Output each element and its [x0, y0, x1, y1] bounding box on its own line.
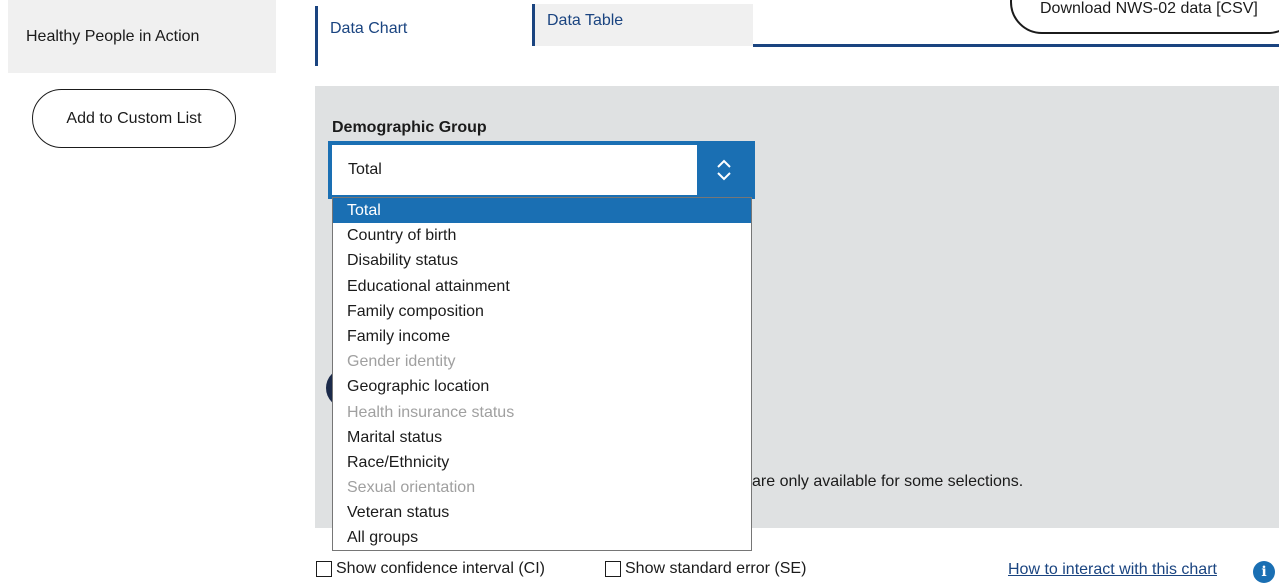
- ci-label: Show confidence interval (CI): [336, 560, 545, 577]
- se-label: Show standard error (SE): [625, 560, 807, 577]
- dropdown-option[interactable]: Geographic location: [333, 374, 751, 399]
- dropdown-option[interactable]: All groups: [333, 525, 751, 550]
- tab-data-table[interactable]: Data Table: [532, 4, 753, 46]
- tab-data-table-label: Data Table: [547, 12, 624, 29]
- download-csv-button[interactable]: Download NWS-02 data [CSV]: [1010, 0, 1279, 34]
- dropdown-option: Gender identity: [347, 353, 456, 371]
- sidebar-section-label: Healthy People in Action: [26, 27, 200, 45]
- dropdown-option[interactable]: Family composition: [333, 299, 751, 324]
- dropdown-option[interactable]: Educational attainment: [333, 274, 751, 299]
- tab-data-chart-label: Data Chart: [330, 20, 408, 37]
- se-checkbox[interactable]: [605, 561, 621, 577]
- add-to-custom-list-button[interactable]: Add to Custom List: [32, 89, 236, 148]
- chevron-updown-icon[interactable]: [697, 145, 751, 195]
- dropdown-option[interactable]: Total: [333, 198, 751, 224]
- dropdown-option[interactable]: Veteran status: [333, 500, 751, 525]
- availability-note: are only available for some selections.: [752, 473, 1024, 490]
- download-csv-label: Download NWS-02 data [CSV]: [1040, 0, 1258, 17]
- demographic-group-value: Total: [348, 161, 382, 178]
- dropdown-option[interactable]: Family income: [333, 324, 751, 349]
- ci-option[interactable]: Show confidence interval (CI): [316, 560, 545, 578]
- sidebar-section-title[interactable]: Healthy People in Action: [8, 0, 276, 73]
- dropdown-option[interactable]: Disability status: [333, 248, 751, 273]
- ci-checkbox[interactable]: [316, 561, 332, 577]
- dropdown-option[interactable]: Race/Ethnicity: [333, 450, 751, 475]
- tabs-divider: [753, 44, 1279, 47]
- info-icon[interactable]: i: [1253, 561, 1275, 583]
- how-to-interact-link[interactable]: How to interact with this chart: [1008, 561, 1217, 579]
- tab-data-chart[interactable]: Data Chart: [315, 6, 534, 66]
- demographic-group-label: Demographic Group: [332, 119, 487, 136]
- demographic-group-select[interactable]: Total: [328, 141, 755, 199]
- dropdown-option: Sexual orientation: [347, 479, 476, 497]
- dropdown-option[interactable]: Marital status: [333, 425, 751, 450]
- dropdown-option: Health insurance status: [347, 403, 515, 421]
- se-option[interactable]: Show standard error (SE): [605, 560, 806, 578]
- dropdown-option[interactable]: Country of birth: [333, 223, 751, 248]
- demographic-group-dropdown[interactable]: Total Country of birth Disability status…: [332, 197, 752, 551]
